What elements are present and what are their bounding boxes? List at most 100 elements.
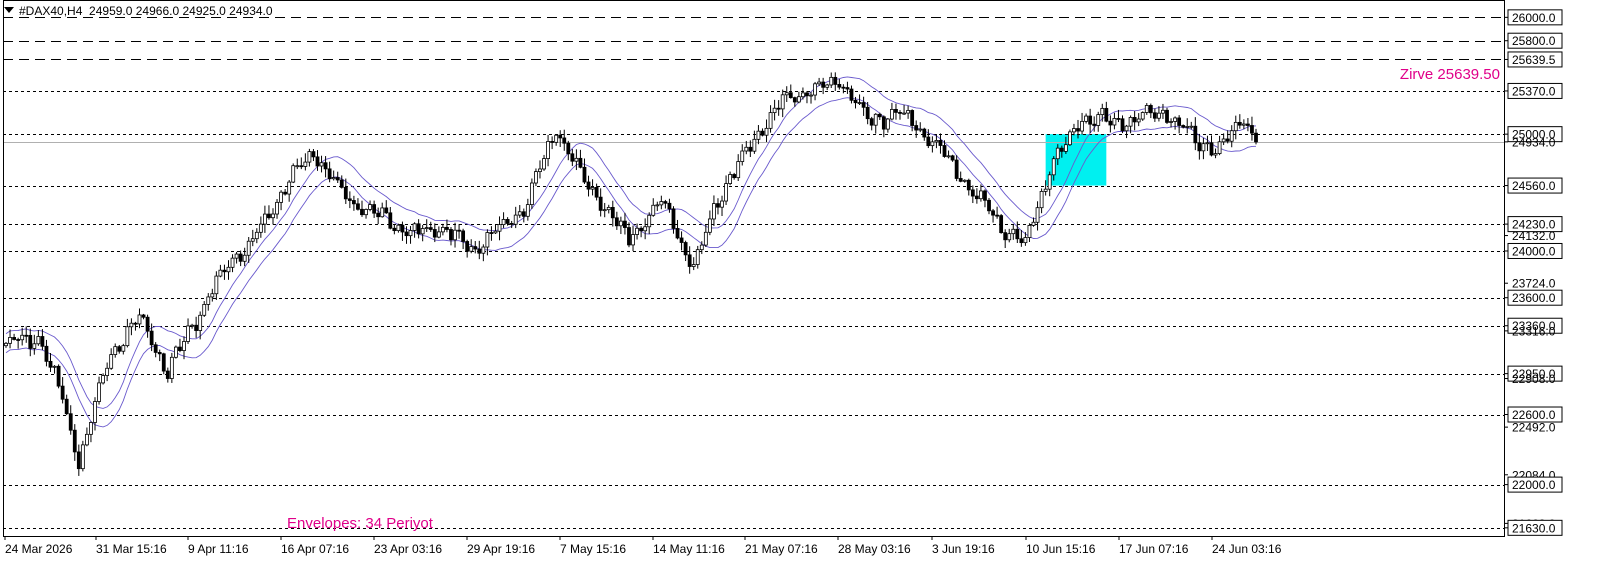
candle-body (1250, 125, 1254, 134)
candle-body (643, 226, 648, 232)
candle-body (1011, 228, 1016, 235)
candle-body (1161, 109, 1165, 114)
candle-body (768, 112, 773, 129)
candle-body (202, 304, 207, 316)
candle-body (1157, 112, 1161, 119)
candle-body (165, 370, 170, 379)
candle-body (796, 96, 801, 103)
candle-body (740, 150, 745, 162)
candle-body (1019, 238, 1024, 244)
price-label: 22492.0 (1512, 421, 1556, 435)
candle-body (752, 138, 757, 152)
candle-body (1136, 118, 1141, 123)
candle-body (113, 346, 118, 355)
candle-body (720, 200, 724, 208)
candle-body (283, 191, 288, 195)
candle-body (1132, 117, 1137, 123)
candle (56, 364, 61, 389)
candle-body (732, 174, 737, 179)
collapse-triangle-icon[interactable] (4, 7, 14, 13)
candle-body (1055, 147, 1060, 160)
price-label: 24560.0 (1512, 179, 1556, 193)
symbol-header[interactable]: #DAX40,H4 24959.0 24966.0 24925.0 24934.… (4, 4, 273, 18)
time-label: 10 Jun 15:16 (1026, 542, 1096, 556)
candle-body (12, 337, 16, 340)
candle-body (663, 201, 668, 204)
candle-body (1023, 237, 1028, 244)
candle-body (315, 156, 320, 167)
candle-body (178, 346, 182, 351)
price-label: 22000.0 (1512, 478, 1556, 492)
candle-body (833, 76, 838, 85)
candle-body (307, 151, 312, 163)
candle-body (1185, 126, 1190, 128)
candle-body (748, 146, 753, 152)
candle-body (1088, 115, 1093, 125)
price-label: 24000.0 (1512, 244, 1556, 258)
candle-body (716, 203, 720, 208)
candle-body (1104, 107, 1109, 122)
candle-body (517, 211, 522, 216)
candle-body (691, 264, 696, 267)
chart-area: 26000.0 25800.0 25639.5 25370.0 25000.0 24934… (0, 0, 1616, 577)
candle-body (1237, 121, 1242, 126)
candle-body (250, 238, 255, 242)
candle-body (8, 337, 12, 344)
candle-body (873, 113, 878, 126)
candle-body (76, 451, 81, 470)
candle-body (400, 224, 405, 233)
candle-body (1233, 121, 1238, 132)
candle-body (958, 178, 963, 182)
candle-body (659, 201, 664, 206)
candle (80, 440, 85, 472)
time-label: 14 May 11:16 (653, 542, 725, 556)
candle-body (40, 336, 45, 347)
time-label: 21 May 07:16 (745, 542, 818, 556)
candle-body (521, 211, 526, 217)
candle-body (412, 223, 417, 231)
candle-body (16, 339, 21, 341)
candle-body (141, 314, 146, 318)
candle-body (542, 158, 546, 170)
price-label: 23600.0 (1512, 291, 1556, 305)
candle-body (918, 128, 923, 131)
candle-body (538, 168, 542, 173)
candle-body (983, 190, 987, 201)
candle-body (970, 189, 975, 197)
candle-body (1080, 120, 1084, 132)
time-label: 24 Mar 2026 (5, 542, 73, 556)
candle-body (999, 215, 1004, 234)
time-label: 28 May 03:16 (838, 542, 911, 556)
candle-body (368, 204, 372, 210)
candle-body (1165, 109, 1169, 123)
candle-body (214, 275, 219, 295)
indicator-annotation: Envelopes: 34 Periyot (287, 515, 434, 532)
candle-body (623, 220, 627, 228)
candle-body (736, 161, 741, 179)
candle-body (861, 102, 866, 108)
candle-body (558, 134, 563, 139)
candle-body (529, 182, 534, 206)
candle-body (902, 112, 906, 115)
candle-body (618, 220, 623, 227)
candle-body (388, 212, 393, 229)
candle-body (56, 365, 61, 387)
candle-body (129, 322, 134, 328)
candle-body (675, 228, 680, 239)
candle-body (582, 166, 587, 183)
candle-body (258, 223, 263, 233)
time-label: 7 May 15:16 (560, 542, 626, 556)
candle-body (914, 125, 919, 131)
candle-body (311, 151, 316, 158)
candle-body (1051, 158, 1056, 176)
candle-body (206, 296, 211, 305)
candle-body (194, 324, 199, 331)
candle-body (1209, 142, 1214, 156)
candle-body (1084, 115, 1088, 122)
candle-body (979, 190, 983, 200)
candle-body (347, 198, 352, 201)
candle-body (351, 200, 356, 205)
candle-body (1015, 228, 1020, 240)
candle-body (837, 84, 842, 88)
candle-body (946, 155, 951, 158)
